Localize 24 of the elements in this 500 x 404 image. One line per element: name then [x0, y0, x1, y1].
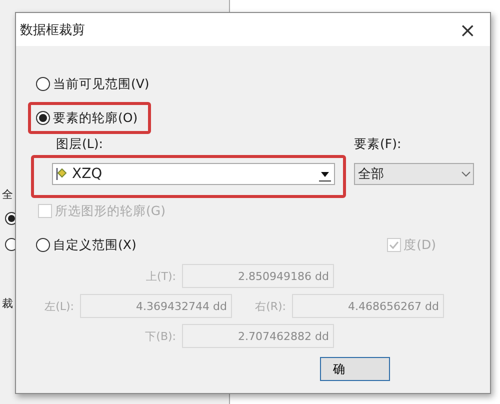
layer-label: 图层(L):: [56, 136, 104, 153]
chevron-down-icon: [461, 170, 471, 178]
top-label: 上(T):: [144, 268, 176, 284]
ok-button[interactable]: 确: [320, 357, 390, 381]
layer-value: XZQ: [72, 166, 104, 182]
layer-icon: [56, 167, 68, 181]
bottom-label: 下(B):: [144, 328, 176, 344]
right-label: 右(R):: [254, 298, 286, 314]
background-label: 全: [2, 187, 13, 202]
features-dropdown[interactable]: 全部: [354, 163, 474, 185]
window-title: 数据框裁剪: [20, 22, 85, 38]
layer-dropdown[interactable]: XZQ: [52, 163, 335, 185]
radio-button[interactable]: [36, 111, 50, 125]
radio-label[interactable]: 当前可见范围(V): [53, 76, 150, 92]
radio-button[interactable]: [36, 238, 50, 252]
radio-button[interactable]: [36, 77, 50, 91]
check-icon: [388, 240, 399, 250]
background-label: 裁: [2, 296, 13, 311]
features-value: 全部: [358, 166, 385, 183]
left-label: 左(L):: [44, 298, 74, 314]
radio-label[interactable]: 自定义范围(X): [53, 236, 136, 254]
features-label: 要素(F):: [354, 136, 402, 153]
close-button[interactable]: ×: [455, 18, 480, 42]
radio-label[interactable]: 要素的轮廓(O): [53, 110, 138, 126]
